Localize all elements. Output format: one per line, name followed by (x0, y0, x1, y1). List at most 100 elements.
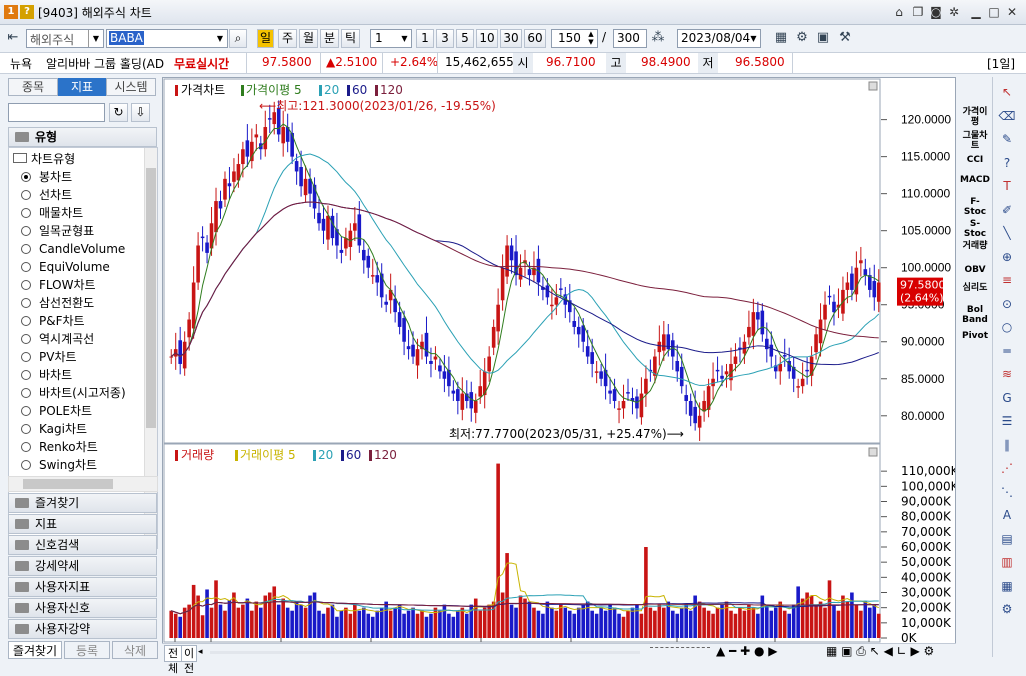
diagonal-icon[interactable]: ╲ (996, 224, 1018, 242)
radio-button[interactable] (21, 208, 31, 218)
tools-icon[interactable]: ⚒ (836, 29, 854, 47)
gear-icon[interactable]: ⚙ (793, 29, 811, 47)
quick-interval-10[interactable]: 10 (476, 29, 498, 48)
chart-canvas[interactable]: 120.0000 115.0000 110.0000 105.0000 100.0000… (163, 78, 955, 656)
chart-type-item[interactable]: Swing차트 (21, 456, 97, 474)
chart-type-item[interactable]: CandleVolume (21, 240, 125, 258)
left-arrow-icon[interactable]: ◂ (198, 645, 208, 660)
indicator-shortcut[interactable]: MACD (960, 175, 990, 185)
radio-button[interactable] (21, 424, 31, 434)
section-header[interactable]: 강세약세 (8, 556, 157, 576)
tab-system[interactable]: 시스템 (106, 78, 156, 96)
chart-type-item[interactable]: 일목균형표 (21, 222, 94, 240)
delete-button[interactable]: 삭제 (112, 641, 158, 659)
radio-button[interactable] (21, 352, 31, 362)
indicator-shortcut[interactable]: 그물차트 (960, 131, 990, 151)
settings-icon[interactable]: ✲ (946, 4, 962, 20)
period-minute[interactable]: 분 (320, 29, 339, 48)
horizontal-scrollbar[interactable] (8, 476, 158, 492)
indicator-shortcut[interactable]: S-Stoc (960, 219, 990, 239)
auto-icon[interactable]: ⋱ (996, 483, 1018, 501)
chart-type-item[interactable]: 매물차트 (21, 204, 83, 222)
chart-type-item[interactable]: 선차트 (21, 186, 72, 204)
section-header[interactable]: 사용자지표 (8, 577, 157, 597)
radio-button[interactable] (21, 388, 31, 398)
indicator-shortcut[interactable]: Pivot (960, 331, 990, 341)
fan-icon[interactable]: ⋰ (996, 459, 1018, 477)
chart-type-item[interactable]: Renko차트 (21, 438, 98, 456)
radio-button[interactable] (21, 280, 31, 290)
chart-type-item[interactable]: PV차트 (21, 348, 77, 366)
radio-button[interactable] (21, 244, 31, 254)
stats-icon[interactable]: ▥ (996, 553, 1018, 571)
grid-icon[interactable]: ⁂ (649, 29, 667, 47)
indicator-shortcut[interactable]: F-Stoc (960, 197, 990, 217)
radio-button[interactable] (21, 334, 31, 344)
radio-button[interactable] (21, 262, 31, 272)
search-icon[interactable]: ⌕ (229, 29, 247, 48)
zoom-icons[interactable]: ▲ ━ ✚ ● ▶ (716, 644, 777, 658)
minimize-icon[interactable]: ▁ (968, 4, 984, 20)
chart-type-item[interactable]: Kagi차트 (21, 420, 87, 438)
chart-type-item[interactable]: POLE차트 (21, 402, 92, 420)
indicator-shortcut[interactable]: Bol Band (960, 305, 990, 325)
radio-button[interactable] (21, 172, 31, 182)
download-icon[interactable]: ⇩ (131, 103, 150, 122)
chart-area[interactable]: 120.0000 115.0000 110.0000 105.0000 100.0000… (162, 77, 956, 657)
refresh-icon[interactable]: ↻ (109, 103, 128, 122)
zigzag-icon[interactable]: ≋ (996, 365, 1018, 383)
channel-icon[interactable]: ∥ (996, 436, 1018, 454)
interval-select[interactable]: 1 ▼ (370, 29, 412, 48)
tab-stock[interactable]: 종목 (8, 78, 58, 96)
radio-button[interactable] (21, 370, 31, 380)
date-picker[interactable]: 2023/08/04 ▼ (677, 29, 761, 48)
radio-button[interactable] (21, 298, 31, 308)
section-header[interactable]: 사용자강약 (8, 619, 157, 639)
chart-icon[interactable]: ▦ (772, 29, 790, 47)
chart-type-item[interactable]: 삼선전환도 (21, 294, 94, 312)
total-count-input[interactable]: 300 (613, 29, 647, 48)
all-button[interactable]: 전체 (164, 645, 182, 675)
bottom-tool-icons[interactable]: ▦ ▣ ⎙ ↖ ◀ ∟ ▶ ⚙ (826, 644, 934, 659)
gann-icon[interactable]: G (996, 389, 1018, 407)
list-icon[interactable]: A (996, 506, 1018, 524)
first-icon[interactable]: ⇤ (4, 29, 22, 47)
indicator-shortcut[interactable]: CCI (960, 155, 990, 165)
doc-icon[interactable]: ▤ (996, 530, 1018, 548)
chevron-down-icon[interactable]: ▼ (213, 30, 227, 47)
period-tick[interactable]: 틱 (341, 29, 360, 48)
chart-pen-icon[interactable]: ✎ (996, 130, 1018, 148)
section-header[interactable]: 즐겨찾기 (8, 493, 157, 513)
circle-icon[interactable]: ○ (996, 318, 1018, 336)
chevron-down-icon[interactable]: ▼ (747, 30, 760, 47)
close-icon[interactable]: ✕ (1004, 4, 1020, 20)
radio-button[interactable] (21, 460, 31, 470)
cursor-icon[interactable]: ↖ (996, 83, 1018, 101)
quick-interval-30[interactable]: 30 (500, 29, 522, 48)
tab-favorites[interactable]: 즐겨찾기 (8, 641, 62, 659)
copy-icon[interactable]: ❐ (910, 4, 926, 20)
maximize-icon[interactable]: □ (986, 4, 1002, 20)
help-icon[interactable]: ? (996, 154, 1018, 172)
prev-button[interactable]: 이전 (181, 645, 197, 675)
period-day[interactable]: 일 (257, 29, 274, 48)
crosshair-icon[interactable]: ⊕ (996, 248, 1018, 266)
settings-icon[interactable]: ⚙ (996, 600, 1018, 618)
scroll-track[interactable] (210, 651, 640, 654)
chart-type-item[interactable]: EquiVolume (21, 258, 110, 276)
radio-button[interactable] (21, 226, 31, 236)
period-week[interactable]: 주 (278, 29, 297, 48)
market-select[interactable]: 해외주식 ▼ (26, 29, 104, 48)
period-month[interactable]: 월 (299, 29, 318, 48)
tab-indicator[interactable]: 지표 (58, 78, 106, 96)
stepper-arrows-icon[interactable]: ▲ ▼ (585, 30, 597, 47)
quick-interval-5[interactable]: 5 (456, 29, 474, 48)
chart-type-item[interactable]: P&F차트 (21, 312, 85, 330)
section-header[interactable]: 지표 (8, 514, 157, 534)
pin-icon[interactable]: ⌂ (891, 4, 907, 20)
section-header[interactable]: 신호검색 (8, 535, 157, 555)
view-count-stepper[interactable]: 150 ▲ ▼ (551, 29, 598, 48)
radio-button[interactable] (21, 406, 31, 416)
fib-icon[interactable]: ≡ (996, 271, 1018, 289)
chevron-down-icon[interactable]: ▼ (88, 30, 103, 47)
